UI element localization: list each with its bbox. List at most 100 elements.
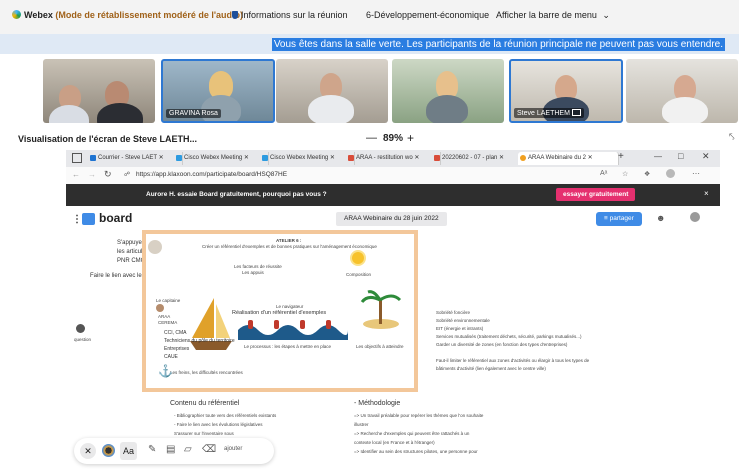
content-item: - Bibliographier toute vers des référent… (174, 413, 277, 418)
participant-video-strip: GRAVINA Rosa Steve LAETHEM (0, 55, 739, 127)
card-small-note: Les objectifs à atteindre (356, 344, 404, 349)
browser-tab[interactable]: Courrier - Steve LAET ✕ (88, 152, 183, 165)
board-menu-icon[interactable]: ⋮ (72, 214, 82, 225)
more-menu-icon[interactable]: ⋯ (692, 169, 700, 178)
audio-mode-label: (Mode de rétablissement modéré de l'audi… (55, 10, 244, 20)
webex-app-name: Webex (24, 10, 53, 20)
eraser-icon[interactable]: ⌫ (202, 444, 216, 455)
browser-tab[interactable]: 20220602 - 07 - plan ✕ (432, 152, 527, 165)
reload-icon[interactable]: ↻ (104, 169, 112, 180)
participant-tile[interactable] (626, 59, 738, 123)
captain-icon (156, 304, 164, 312)
forward-icon[interactable]: → (88, 170, 96, 179)
mail-icon (90, 155, 96, 161)
board-title[interactable]: ARAA Webinaire du 28 juin 2022 (336, 212, 447, 226)
content-item: - Faire le lien avec les évolutions légi… (174, 422, 263, 427)
tab-label: 20220602 - 07 - plan (442, 155, 498, 161)
card-small-note: Le processus : les étapes à mettre en pl… (244, 344, 332, 349)
meeting-info-button[interactable]: Informations sur la réunion (232, 10, 348, 20)
color-picker-icon[interactable] (102, 444, 115, 457)
shared-browser-window: Courrier - Steve LAET ✕ Cisco Webex Meet… (66, 150, 720, 472)
participants-icon[interactable]: ☻ (656, 213, 665, 223)
method-item: contexte local (en France et à l'étrange… (354, 440, 435, 445)
browser-tab[interactable]: Cisco Webex Meeting ✕ (174, 152, 269, 165)
right-note: Garder un diversité de zones (en fonctio… (436, 342, 568, 347)
question-label: question (74, 337, 92, 342)
favorites-icon[interactable]: ☆ (622, 170, 628, 178)
back-icon[interactable]: ← (72, 170, 80, 179)
card-left-note: CEREMA (158, 320, 178, 325)
trial-promo-bar: Aurore H. essaie Board gratuitement, pou… (66, 184, 720, 206)
browser-tab-active[interactable]: ARAA Webinaire du 2 ✕ (518, 152, 619, 165)
speaker-icon (148, 240, 162, 254)
promo-close-button[interactable]: × (704, 189, 709, 198)
sticky-note-icon[interactable]: ▤ (166, 444, 175, 455)
tab-label: Cisco Webex Meeting (270, 155, 329, 161)
add-button[interactable]: ajouter (224, 446, 242, 452)
tab-actions-icon[interactable] (72, 153, 82, 163)
content-item: S'assurer sur l'inventaire sous (174, 431, 234, 436)
card-subheading: Créer un référentiel d'exemples et de bo… (202, 244, 377, 249)
tab-label: ARAA Webinaire du 2 (528, 155, 586, 161)
participant-tile[interactable] (392, 59, 504, 123)
meeting-info-label: Informations sur la réunion (241, 10, 348, 20)
minimize-button[interactable]: — (654, 152, 662, 161)
shape-tool-icon[interactable]: ▱ (184, 444, 192, 455)
comment-icon[interactable] (76, 324, 85, 333)
screen-share-header: Visualisation de l'écran de Steve LAETH.… (0, 128, 739, 150)
method-item: illustrer (354, 422, 369, 427)
card-small-note: Composition (346, 272, 372, 277)
card-mid-title: Réalisation d'un référentiel d'exemples (232, 310, 327, 316)
board-logo-icon (82, 213, 95, 225)
show-menu-bar-button[interactable]: Afficher la barre de menu ⌄ (496, 10, 610, 21)
url-field[interactable]: https://app.klaxoon.com/participate/boar… (136, 171, 287, 178)
right-note: Services mutualisés (traitement déchets,… (436, 334, 582, 339)
webex-logo-icon (12, 10, 21, 19)
participant-name: Steve LAETHEM (514, 108, 584, 118)
participant-tile[interactable]: Steve LAETHEM (509, 59, 623, 123)
board-logo: board (99, 211, 133, 225)
pen-tool-icon[interactable]: ✎ (148, 444, 156, 455)
right-note: EIT (énergie et intrants) (436, 326, 484, 331)
board-canvas[interactable]: ⋮ board ARAA Webinaire du 28 juin 2022 ≡… (66, 206, 720, 472)
browser-tab[interactable]: Cisco Webex Meeting ✕ (260, 152, 355, 165)
board-toolbar: ✕ Aa ✎ ▤ ▱ ⌫ ajouter (74, 438, 274, 464)
share-button[interactable]: ≡ partager (596, 212, 642, 226)
card-list-item: CCI, CMA (164, 330, 187, 336)
zoom-in-button[interactable]: + (407, 131, 414, 145)
webex-app-title[interactable]: Webex (Mode de rétablissement modéré de … (12, 10, 243, 20)
close-toolbar-button[interactable]: ✕ (80, 443, 96, 459)
right-note: Sobriété environnementale (436, 318, 490, 323)
card-left-note: ARAA (158, 314, 171, 319)
screen-share-icon (571, 109, 581, 116)
card-small-note: Les appuis (242, 270, 264, 275)
collections-icon[interactable]: ❖ (644, 170, 650, 178)
card-small-note: Les facteurs de réussite (234, 264, 282, 269)
participant-tile[interactable]: GRAVINA Rosa (161, 59, 275, 123)
webex-tab-icon (262, 155, 268, 161)
try-free-button[interactable]: essayer gratuitement (556, 188, 636, 201)
collapse-icon[interactable]: ⤣ (729, 132, 735, 143)
restore-button[interactable]: □ (678, 151, 683, 161)
close-window-button[interactable]: ✕ (702, 151, 710, 162)
read-aloud-icon[interactable]: Aᵃ (600, 170, 607, 177)
browser-address-bar: ← → ↻ ☍ https://app.klaxoon.com/particip… (66, 167, 720, 184)
content-title: Contenu du référentiel (170, 400, 240, 407)
atelier-card[interactable]: ATELIER 6 : Créer un référentiel d'exemp… (142, 230, 418, 392)
new-tab-button[interactable]: + (618, 151, 624, 162)
participant-name-text: Steve LAETHEM (517, 110, 570, 117)
participant-tile[interactable] (276, 59, 388, 123)
zoom-out-button[interactable]: — (366, 132, 377, 144)
method-item: => Recherche d'exemples qui peuvent être… (354, 431, 470, 436)
user-avatar[interactable] (690, 212, 700, 222)
green-room-banner: Vous êtes dans la salle verte. Les parti… (0, 34, 739, 54)
participant-tile[interactable] (43, 59, 155, 123)
text-tool-button[interactable]: Aa (120, 442, 138, 460)
pdf-icon (348, 155, 354, 161)
profile-icon[interactable] (666, 169, 675, 178)
waves-icon (238, 320, 348, 340)
right-note: bâtiments d'activité (lien également ave… (436, 366, 546, 371)
show-menu-bar-label: Afficher la barre de menu (496, 10, 597, 20)
zoom-level: 89% (383, 133, 404, 144)
browser-tab[interactable]: ARAA - restitution wo ✕ (346, 152, 441, 165)
